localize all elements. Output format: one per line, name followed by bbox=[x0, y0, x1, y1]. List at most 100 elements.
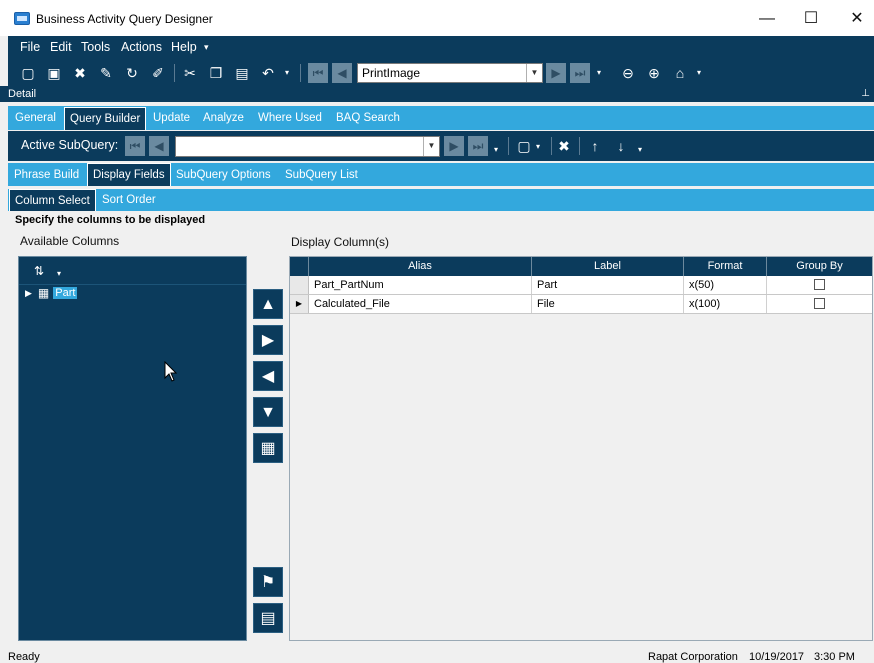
previous-subquery-icon: ◀ bbox=[149, 136, 169, 156]
next-subquery-icon: ▶ bbox=[444, 136, 464, 156]
minimize-button[interactable]: — bbox=[752, 8, 782, 30]
column-header-label[interactable]: Label bbox=[532, 257, 684, 276]
tab-analyze[interactable]: Analyze bbox=[198, 106, 249, 130]
forward-icon[interactable]: ⊕ bbox=[644, 63, 664, 83]
expand-arrow-icon[interactable]: ▶ bbox=[25, 288, 32, 299]
save-icon[interactable]: ▣ bbox=[44, 63, 64, 83]
group-by-checkbox[interactable] bbox=[814, 279, 825, 290]
menu-tools[interactable]: Tools bbox=[81, 40, 110, 54]
calculated-field-button[interactable]: ▦ bbox=[253, 433, 283, 463]
toolbar-separator bbox=[508, 137, 509, 155]
last-record-icon: ⏭ bbox=[570, 63, 590, 83]
chevron-down-icon[interactable]: ▼ bbox=[423, 137, 439, 156]
delete-subquery-icon[interactable]: ✖ bbox=[554, 136, 574, 156]
clear-icon[interactable]: ✐ bbox=[148, 63, 168, 83]
subquery-toolbar-overflow-icon[interactable]: ▾ bbox=[638, 145, 642, 154]
grid-view-button[interactable]: ▤ bbox=[253, 603, 283, 633]
refresh-icon[interactable]: ↻ bbox=[122, 63, 142, 83]
print-combo[interactable]: PrintImage ▼ bbox=[357, 63, 543, 83]
table-row[interactable]: Part_PartNum Part x(50) bbox=[290, 276, 872, 295]
menu-edit[interactable]: Edit bbox=[50, 40, 72, 54]
menu-bar: File Edit Tools Actions Help ▾ bbox=[8, 36, 874, 60]
sub-tab-row: Phrase Build Display Fields SubQuery Opt… bbox=[8, 163, 874, 186]
new-icon[interactable]: ▢ bbox=[18, 63, 38, 83]
move-up-icon[interactable]: ↑ bbox=[585, 136, 605, 156]
cell-alias[interactable]: Calculated_File bbox=[309, 295, 532, 313]
tab-update[interactable]: Update bbox=[148, 106, 195, 130]
remove-column-button[interactable]: ◀ bbox=[253, 361, 283, 391]
cell-format[interactable]: x(50) bbox=[684, 276, 767, 294]
add-column-button[interactable]: ▶ bbox=[253, 325, 283, 355]
subquery-combo[interactable]: SubQuery1 ▼ bbox=[175, 136, 440, 157]
available-columns-label: Available Columns bbox=[20, 234, 120, 248]
detail-bar: Detail ⊥ bbox=[0, 86, 874, 102]
instructions-text: Specify the columns to be displayed bbox=[15, 214, 206, 226]
toolbar-overflow-icon[interactable]: ▾ bbox=[285, 68, 289, 77]
tab-subquery-list[interactable]: SubQuery List bbox=[280, 163, 363, 186]
chevron-down-icon[interactable]: ▼ bbox=[526, 64, 542, 82]
row-selector[interactable] bbox=[290, 276, 309, 294]
delete-icon[interactable]: ✖ bbox=[70, 63, 90, 83]
copy-icon[interactable]: ❐ bbox=[206, 63, 226, 83]
toolbar-separator bbox=[174, 64, 175, 82]
new-subquery-menu-icon[interactable]: ▾ bbox=[536, 142, 540, 151]
available-columns-tree[interactable]: ⇅ ▾ ▶ ▦ Part bbox=[18, 256, 247, 641]
table-row[interactable]: ▶ Calculated_File File x(100) bbox=[290, 295, 872, 314]
column-header-group-by[interactable]: Group By bbox=[767, 257, 872, 276]
tab-where-used[interactable]: Where Used bbox=[253, 106, 327, 130]
detail-label: Detail bbox=[8, 88, 37, 100]
attach-icon[interactable]: ✎ bbox=[96, 63, 116, 83]
cell-alias[interactable]: Part_PartNum bbox=[309, 276, 532, 294]
back-icon[interactable]: ⊖ bbox=[618, 63, 638, 83]
tab-display-fields[interactable]: Display Fields bbox=[87, 163, 171, 186]
window-title: Business Activity Query Designer bbox=[36, 12, 213, 26]
status-company: Rapat Corporation bbox=[648, 651, 738, 663]
menu-actions[interactable]: Actions bbox=[121, 40, 162, 54]
sort-menu-icon[interactable]: ▾ bbox=[57, 269, 61, 278]
column-header-format[interactable]: Format bbox=[684, 257, 767, 276]
cell-label[interactable]: Part bbox=[532, 276, 684, 294]
tab-baq-search[interactable]: BAQ Search bbox=[331, 106, 405, 130]
toolbar-overflow-icon[interactable]: ▾ bbox=[697, 68, 701, 77]
tab-phrase-build[interactable]: Phrase Build bbox=[9, 163, 84, 186]
mouse-cursor-icon bbox=[164, 361, 178, 382]
menu-overflow-icon[interactable]: ▾ bbox=[204, 42, 209, 53]
tab-subquery-options[interactable]: SubQuery Options bbox=[171, 163, 276, 186]
cell-group-by bbox=[767, 276, 872, 294]
move-up-button[interactable]: ▲ bbox=[253, 289, 283, 319]
cell-group-by bbox=[767, 295, 872, 313]
cell-format[interactable]: x(100) bbox=[684, 295, 767, 313]
subquery-overflow-icon[interactable]: ▾ bbox=[494, 145, 498, 154]
maximize-button[interactable]: ☐ bbox=[796, 8, 826, 30]
pin-icon[interactable]: ⊥ bbox=[861, 86, 870, 102]
tab-column-select[interactable]: Column Select bbox=[9, 189, 96, 211]
tab-sort-order[interactable]: Sort Order bbox=[97, 189, 161, 211]
current-row-indicator-icon[interactable]: ▶ bbox=[290, 295, 309, 313]
paste-icon[interactable]: ▤ bbox=[232, 63, 252, 83]
display-columns-grid[interactable]: Alias Label Format Group By Part_PartNum… bbox=[289, 256, 873, 641]
undo-icon[interactable]: ↶ bbox=[258, 63, 278, 83]
close-button[interactable]: ✕ bbox=[842, 8, 872, 30]
grid-header: Alias Label Format Group By bbox=[290, 257, 872, 276]
menu-help[interactable]: Help bbox=[171, 40, 197, 54]
tree-node[interactable]: ▶ ▦ Part bbox=[25, 285, 78, 301]
tab-general[interactable]: General bbox=[10, 106, 61, 130]
tag-button[interactable]: ⚑ bbox=[253, 567, 283, 597]
cut-icon[interactable]: ✂ bbox=[180, 63, 200, 83]
first-record-icon: ⏮ bbox=[308, 63, 328, 83]
main-toolbar: ▢ ▣ ✖ ✎ ↻ ✐ ✂ ❐ ▤ ↶ ▾ ⏮ ◀ PrintImage ▼ ▶… bbox=[8, 60, 874, 86]
new-subquery-icon[interactable]: ▢ bbox=[514, 136, 534, 156]
subquery-label: Active SubQuery: bbox=[21, 138, 119, 152]
last-subquery-icon: ⏭ bbox=[468, 136, 488, 156]
title-bar: Business Activity Query Designer — ☐ ✕ bbox=[0, 0, 874, 36]
cell-label[interactable]: File bbox=[532, 295, 684, 313]
move-down-icon[interactable]: ↓ bbox=[611, 136, 631, 156]
home-icon[interactable]: ⌂ bbox=[670, 63, 690, 83]
tab-query-builder[interactable]: Query Builder bbox=[64, 107, 147, 130]
menu-file[interactable]: File bbox=[20, 40, 40, 54]
column-header-alias[interactable]: Alias bbox=[309, 257, 532, 276]
move-down-button[interactable]: ▼ bbox=[253, 397, 283, 427]
group-by-checkbox[interactable] bbox=[814, 298, 825, 309]
sort-az-icon[interactable]: ⇅ bbox=[29, 261, 49, 281]
toolbar-overflow-icon[interactable]: ▾ bbox=[597, 68, 601, 77]
